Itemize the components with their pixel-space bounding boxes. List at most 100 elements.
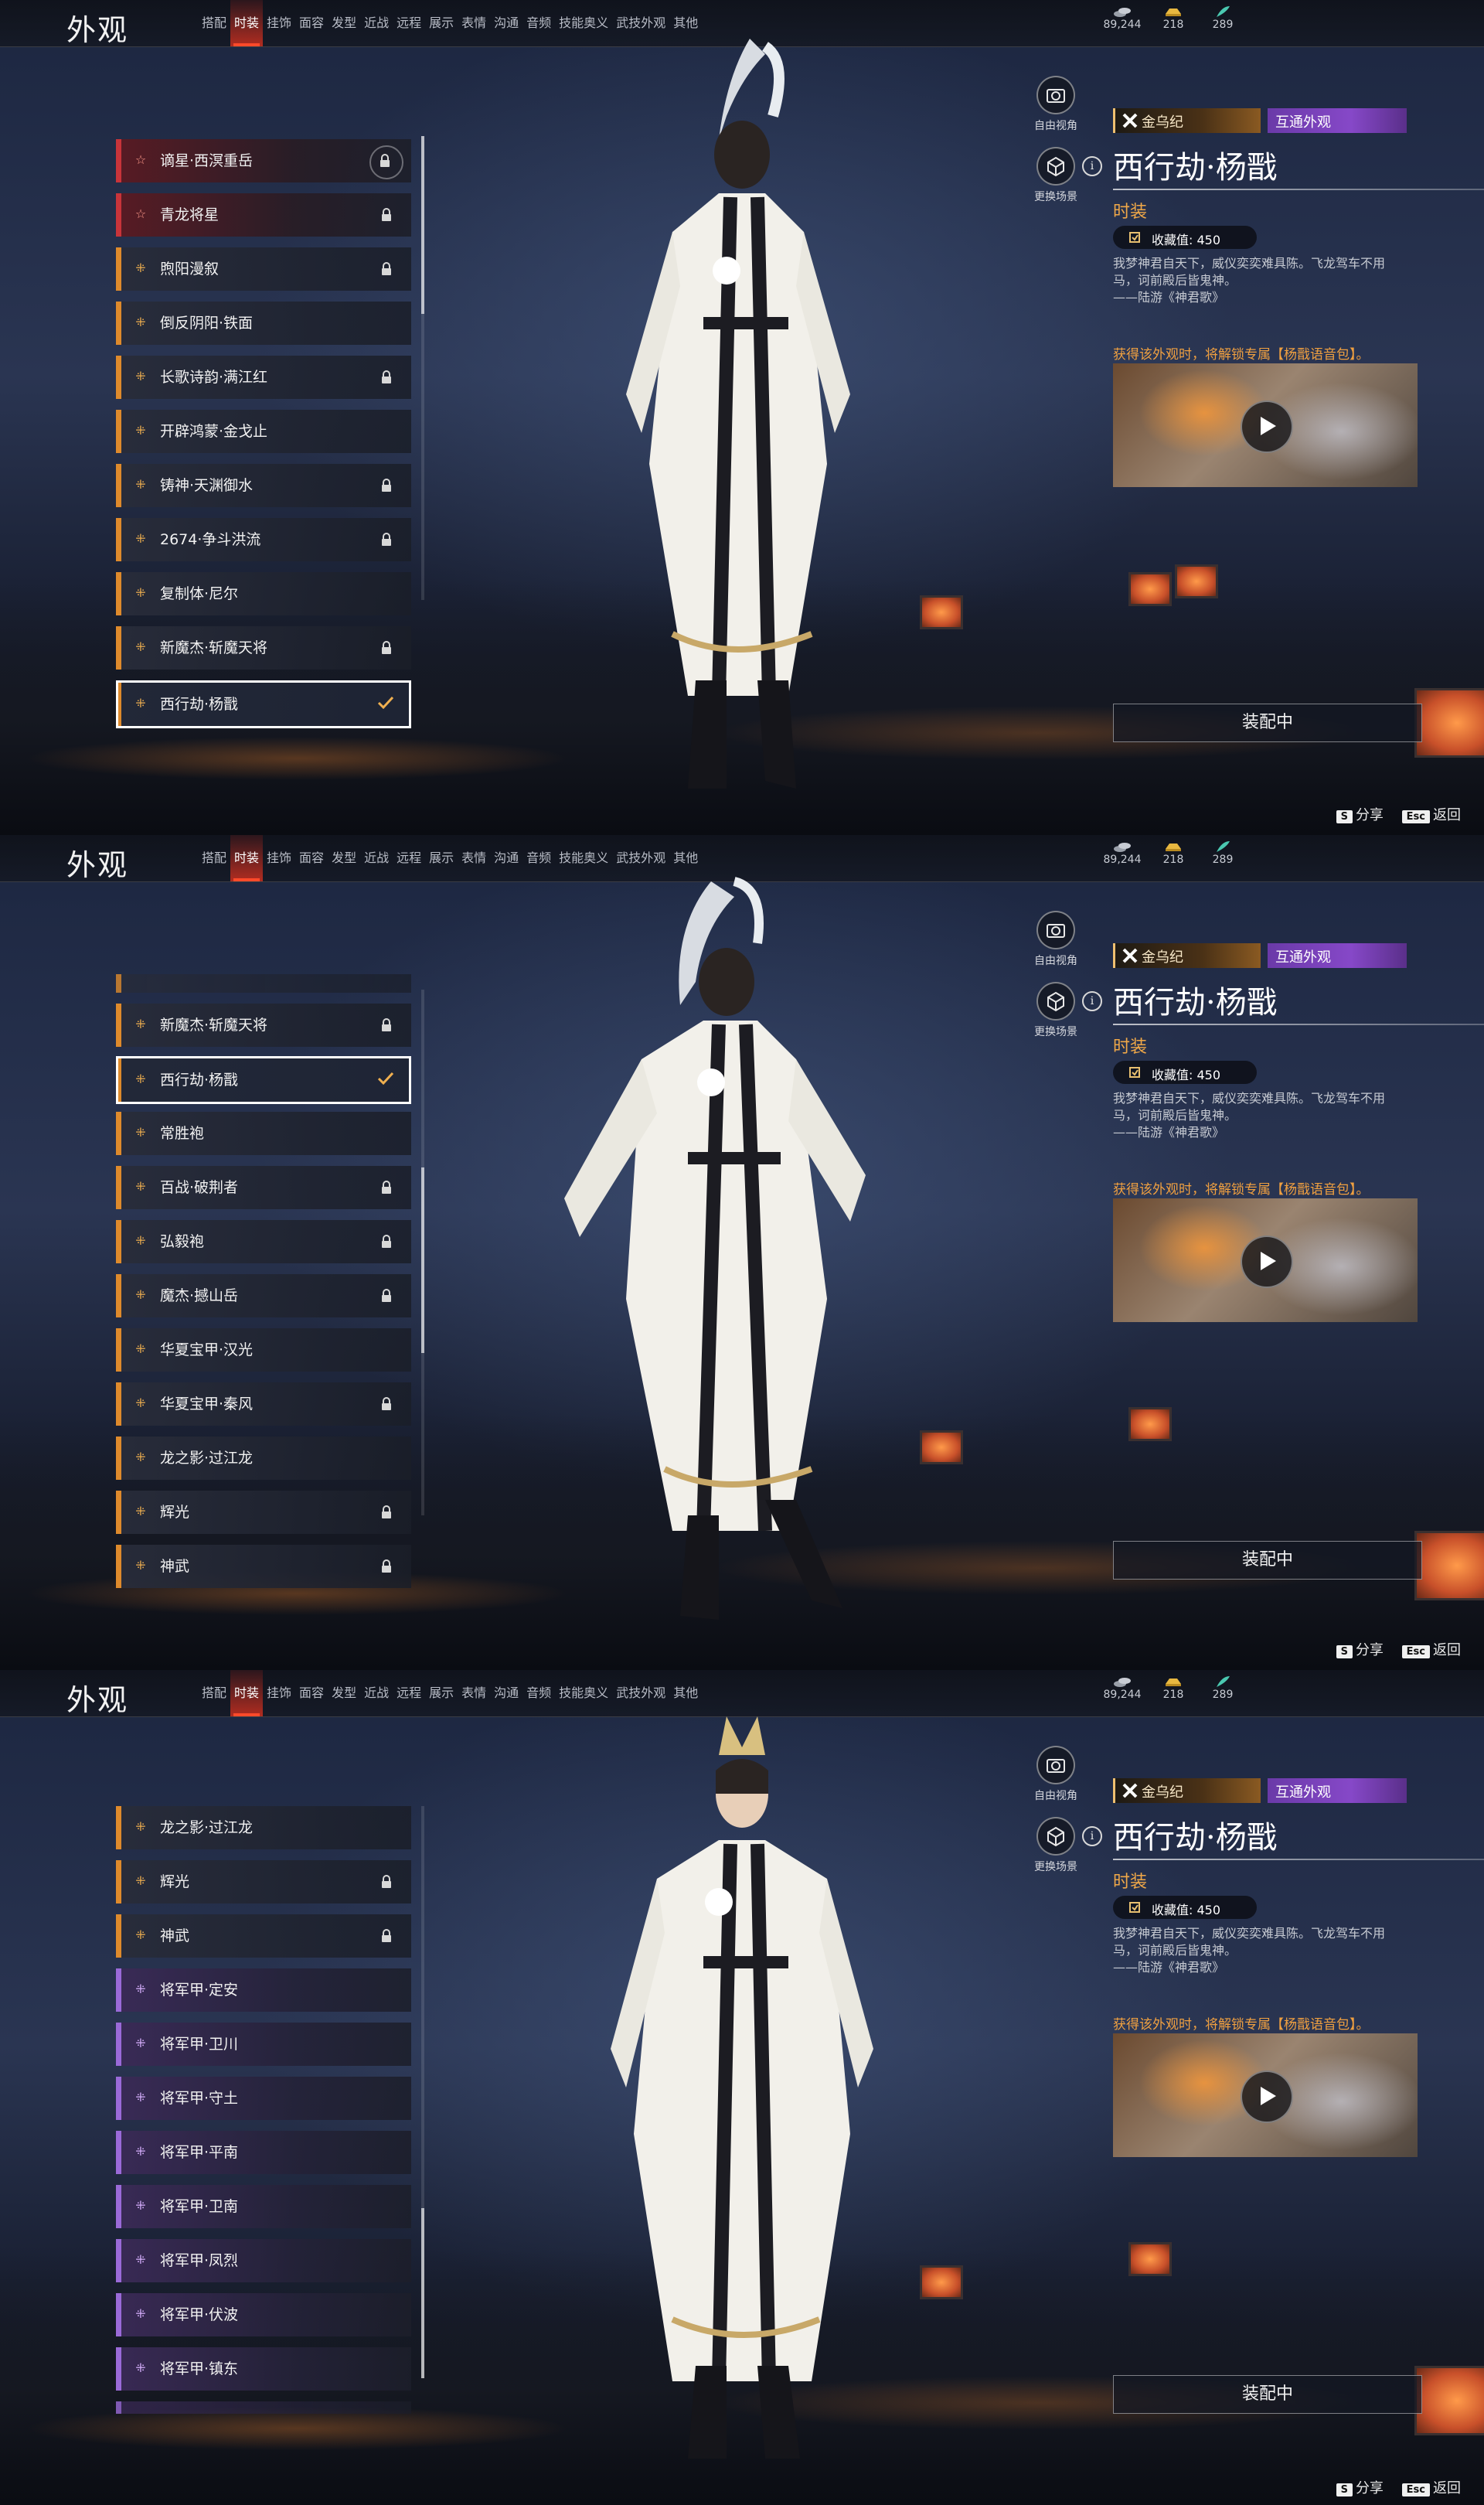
- play-button[interactable]: [1241, 400, 1293, 453]
- list-item[interactable]: ⁜ 神武: [116, 1545, 411, 1588]
- info-icon[interactable]: i: [1082, 156, 1102, 176]
- list-item[interactable]: ⁜ 将军甲·镇东: [116, 2347, 411, 2391]
- preview-video[interactable]: [1113, 1198, 1418, 1322]
- info-icon[interactable]: i: [1082, 991, 1102, 1011]
- change-scene-button[interactable]: 更换场景: [1034, 147, 1077, 204]
- list-item[interactable]: ⁜ 开辟鸿蒙·金戈止: [116, 410, 411, 453]
- back-label[interactable]: 返回: [1433, 2480, 1461, 2496]
- list-item[interactable]: ⁜ 龙之影·过江龙: [116, 1437, 411, 1480]
- change-scene-button[interactable]: 更换场景: [1034, 982, 1077, 1039]
- list-item[interactable]: ⁜ 弘毅袍: [116, 1220, 411, 1263]
- list-item-selected[interactable]: ⁜ 西行劫·杨戬: [116, 1056, 411, 1104]
- preview-video[interactable]: [1113, 2033, 1418, 2157]
- list-item[interactable]: ⁜ 倒反阴阳·铁面: [116, 302, 411, 345]
- back-label[interactable]: 返回: [1433, 807, 1461, 823]
- list-item[interactable]: ⁜ 华夏宝甲·汉光: [116, 1328, 411, 1372]
- preview-video[interactable]: [1113, 363, 1418, 487]
- list-item[interactable]: ⁜ 辉光: [116, 1491, 411, 1534]
- list-item[interactable]: ⁜ 将军甲·卫川: [116, 2023, 411, 2066]
- tab-communication[interactable]: 沟通: [490, 0, 522, 46]
- list-item[interactable]: ⁜ 将军甲·卫南: [116, 2185, 411, 2228]
- tab-face[interactable]: 面容: [295, 835, 328, 881]
- list-scrollbar-thumb[interactable]: [421, 1167, 424, 1353]
- list-item[interactable]: ⁜ 煦阳漫叙: [116, 247, 411, 291]
- list-item[interactable]: ☆ 青龙将星: [116, 193, 411, 237]
- list-item[interactable]: [116, 2401, 411, 2414]
- free-view-button[interactable]: 自由视角: [1034, 76, 1077, 133]
- list-item[interactable]: ☆ 谪星·西溟重岳: [116, 139, 411, 182]
- tab-fashion[interactable]: 时装: [230, 1670, 264, 1716]
- tab-outfit-set[interactable]: 搭配: [198, 1670, 230, 1716]
- tab-showcase[interactable]: 展示: [425, 835, 458, 881]
- list-scrollbar[interactable]: [421, 136, 424, 600]
- tab-outfit-set[interactable]: 搭配: [198, 0, 230, 46]
- list-item[interactable]: ⁜ 长歌诗韵·满江红: [116, 356, 411, 399]
- back-key[interactable]: Esc: [1401, 2483, 1430, 2496]
- equip-button[interactable]: 装配中: [1113, 1541, 1422, 1580]
- tab-accessory[interactable]: 挂饰: [263, 0, 295, 46]
- list-item-selected[interactable]: ⁜ 西行劫·杨戬: [116, 680, 411, 728]
- tab-showcase[interactable]: 展示: [425, 0, 458, 46]
- tab-melee[interactable]: 近战: [360, 0, 393, 46]
- list-item[interactable]: ⁜ 新魔杰·斩魔天将: [116, 626, 411, 670]
- tab-ranged[interactable]: 远程: [393, 0, 425, 46]
- list-item[interactable]: ⁜ 将军甲·伏波: [116, 2293, 411, 2336]
- free-view-button[interactable]: 自由视角: [1034, 1746, 1077, 1803]
- list-item[interactable]: ⁜ 神武: [116, 1914, 411, 1958]
- tab-ranged[interactable]: 远程: [393, 835, 425, 881]
- share-label[interactable]: 分享: [1356, 2480, 1384, 2496]
- list-item[interactable]: ⁜ 将军甲·守土: [116, 2077, 411, 2120]
- equip-button[interactable]: 装配中: [1113, 2375, 1422, 2414]
- list-item[interactable]: ⁜ 2674·争斗洪流: [116, 518, 411, 561]
- tab-face[interactable]: 面容: [295, 1670, 328, 1716]
- list-item[interactable]: ⁜ 复制体·尼尔: [116, 572, 411, 615]
- tab-accessory[interactable]: 挂饰: [263, 835, 295, 881]
- tab-outfit-set[interactable]: 搭配: [198, 835, 230, 881]
- tab-melee[interactable]: 近战: [360, 1670, 393, 1716]
- back-label[interactable]: 返回: [1433, 1642, 1461, 1658]
- share-key[interactable]: S: [1336, 810, 1353, 823]
- tab-melee[interactable]: 近战: [360, 835, 393, 881]
- tab-face[interactable]: 面容: [295, 0, 328, 46]
- list-scrollbar-thumb[interactable]: [421, 2208, 424, 2378]
- tab-accessory[interactable]: 挂饰: [263, 1670, 295, 1716]
- list-item[interactable]: ⁜ 将军甲·定安: [116, 1968, 411, 2012]
- tab-communication[interactable]: 沟通: [490, 835, 522, 881]
- list-item[interactable]: [116, 974, 411, 993]
- tab-fashion[interactable]: 时装: [230, 835, 264, 881]
- list-item[interactable]: ⁜ 常胜袍: [116, 1112, 411, 1155]
- tab-emote[interactable]: 表情: [458, 1670, 490, 1716]
- list-item[interactable]: ⁜ 将军甲·平南: [116, 2131, 411, 2174]
- back-key[interactable]: Esc: [1401, 1645, 1430, 1658]
- list-scrollbar[interactable]: [421, 990, 424, 1515]
- list-item[interactable]: ⁜ 辉光: [116, 1860, 411, 1903]
- tab-hairstyle[interactable]: 发型: [328, 1670, 360, 1716]
- info-icon[interactable]: i: [1082, 1826, 1102, 1846]
- list-item[interactable]: ⁜ 百战·破荆者: [116, 1166, 411, 1209]
- play-button[interactable]: [1241, 1235, 1293, 1288]
- list-item[interactable]: ⁜ 铸神·天渊御水: [116, 464, 411, 507]
- list-item[interactable]: ⁜ 龙之影·过江龙: [116, 1806, 411, 1849]
- tab-showcase[interactable]: 展示: [425, 1670, 458, 1716]
- tab-ranged[interactable]: 远程: [393, 1670, 425, 1716]
- change-scene-button[interactable]: 更换场景: [1034, 1817, 1077, 1874]
- tab-hairstyle[interactable]: 发型: [328, 835, 360, 881]
- play-button[interactable]: [1241, 2070, 1293, 2123]
- tab-fashion[interactable]: 时装: [230, 0, 264, 46]
- share-label[interactable]: 分享: [1356, 1642, 1384, 1658]
- free-view-button[interactable]: 自由视角: [1034, 911, 1077, 968]
- list-item[interactable]: ⁜ 将军甲·凤烈: [116, 2239, 411, 2282]
- tab-emote[interactable]: 表情: [458, 0, 490, 46]
- list-item[interactable]: ⁜ 魔杰·撼山岳: [116, 1274, 411, 1317]
- share-key[interactable]: S: [1336, 1645, 1353, 1658]
- share-key[interactable]: S: [1336, 2483, 1353, 2496]
- equip-button[interactable]: 装配中: [1113, 704, 1422, 742]
- tab-emote[interactable]: 表情: [458, 835, 490, 881]
- tab-hairstyle[interactable]: 发型: [328, 0, 360, 46]
- list-item[interactable]: ⁜ 新魔杰·斩魔天将: [116, 1004, 411, 1047]
- list-item[interactable]: ⁜ 华夏宝甲·秦风: [116, 1382, 411, 1426]
- back-key[interactable]: Esc: [1401, 810, 1430, 823]
- list-scrollbar[interactable]: [421, 1806, 424, 2378]
- share-label[interactable]: 分享: [1356, 807, 1384, 823]
- tab-communication[interactable]: 沟通: [490, 1670, 522, 1716]
